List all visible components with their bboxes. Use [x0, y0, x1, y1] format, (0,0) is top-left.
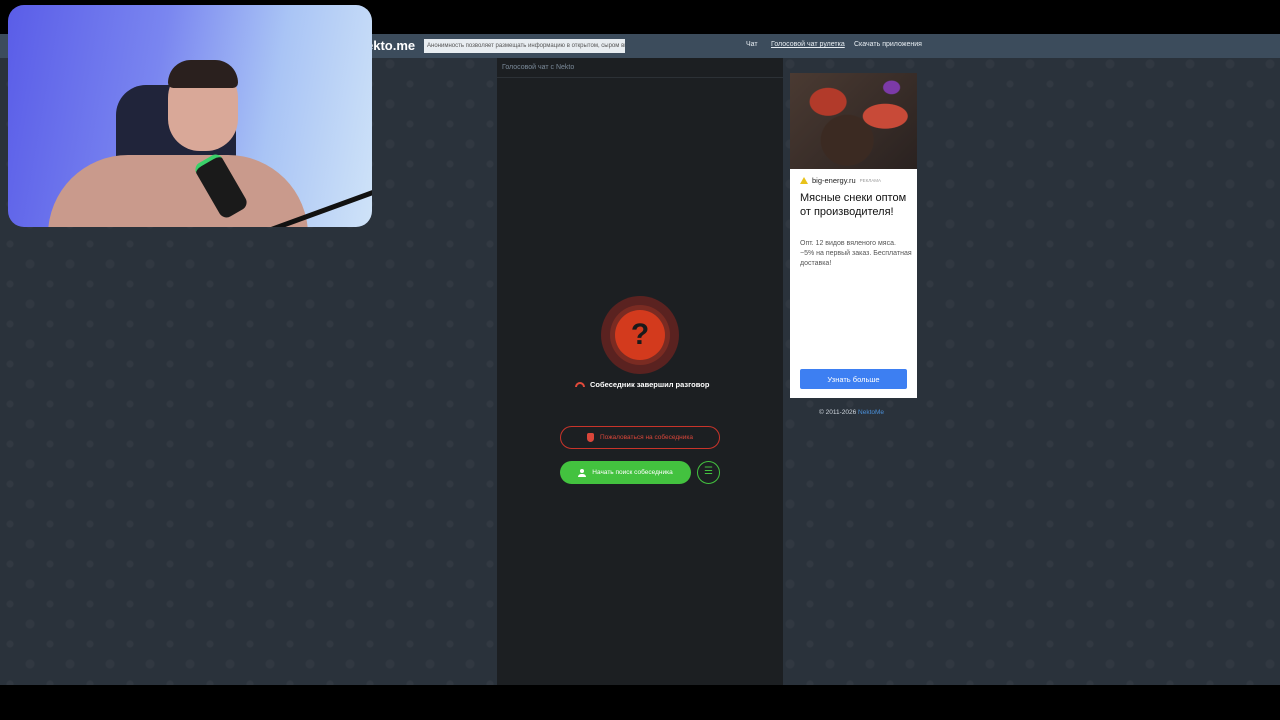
- ad-body-text: Опт. 12 видов вяленого мяса. −5% на перв…: [800, 240, 912, 267]
- footer-copyright: © 2011-2026 NektoMe: [819, 409, 885, 416]
- report-label: Пожаловаться на собеседника: [600, 434, 693, 441]
- ad-domain[interactable]: big-energy.ru: [812, 176, 856, 185]
- panel-title: Голосовой чат с Nekto: [502, 64, 575, 71]
- warning-icon: [800, 177, 808, 184]
- start-search-button[interactable]: Начать поиск собеседника: [560, 461, 691, 484]
- ad-banner[interactable]: big-energy.ru РЕКЛАМА Мясные снеки оптом…: [790, 73, 917, 398]
- webcam-overlay: [8, 5, 372, 227]
- anonymity-notice: Анонимность позволяет размещать информац…: [424, 39, 625, 53]
- status-indicator: ?: [601, 296, 679, 374]
- sliders-icon: ☰: [704, 466, 713, 477]
- voice-chat-panel: Голосовой чат с Nekto ? Собеседник завер…: [497, 58, 783, 685]
- webcam-person-hair: [168, 60, 238, 88]
- ad-source: big-energy.ru РЕКЛАМА: [800, 176, 881, 185]
- footer-link[interactable]: NektoMe: [858, 409, 884, 416]
- ad-tag: РЕКЛАМА: [859, 178, 881, 183]
- call-ended-text: Собеседник завершил разговор: [590, 380, 710, 389]
- nav-download-apps[interactable]: Скачать приложения: [854, 41, 922, 48]
- report-partner-button[interactable]: Пожаловаться на собеседника: [560, 426, 720, 449]
- video-frame: ekto.me Анонимность позволяет размещать …: [0, 0, 1280, 720]
- user-search-icon: [578, 468, 587, 477]
- question-mark-icon: ?: [615, 310, 665, 360]
- webcam-person-body: [48, 155, 308, 227]
- divider: [497, 77, 783, 78]
- ad-learn-more-button[interactable]: Узнать больше: [800, 369, 907, 389]
- call-ended-status: Собеседник завершил разговор: [575, 380, 709, 389]
- filter-settings-button[interactable]: ☰: [697, 461, 720, 484]
- ad-product-image[interactable]: [790, 73, 917, 169]
- ad-headline[interactable]: Мясные снеки оптом от производителя!: [800, 192, 915, 219]
- hangup-phone-icon: [575, 382, 585, 387]
- nav-voice-roulette[interactable]: Голосовой чат рулетка: [771, 41, 845, 48]
- site-logo[interactable]: ekto.me: [366, 38, 415, 53]
- shield-icon: [587, 433, 594, 442]
- nav-chat[interactable]: Чат: [746, 41, 758, 48]
- search-label: Начать поиск собеседника: [592, 469, 673, 476]
